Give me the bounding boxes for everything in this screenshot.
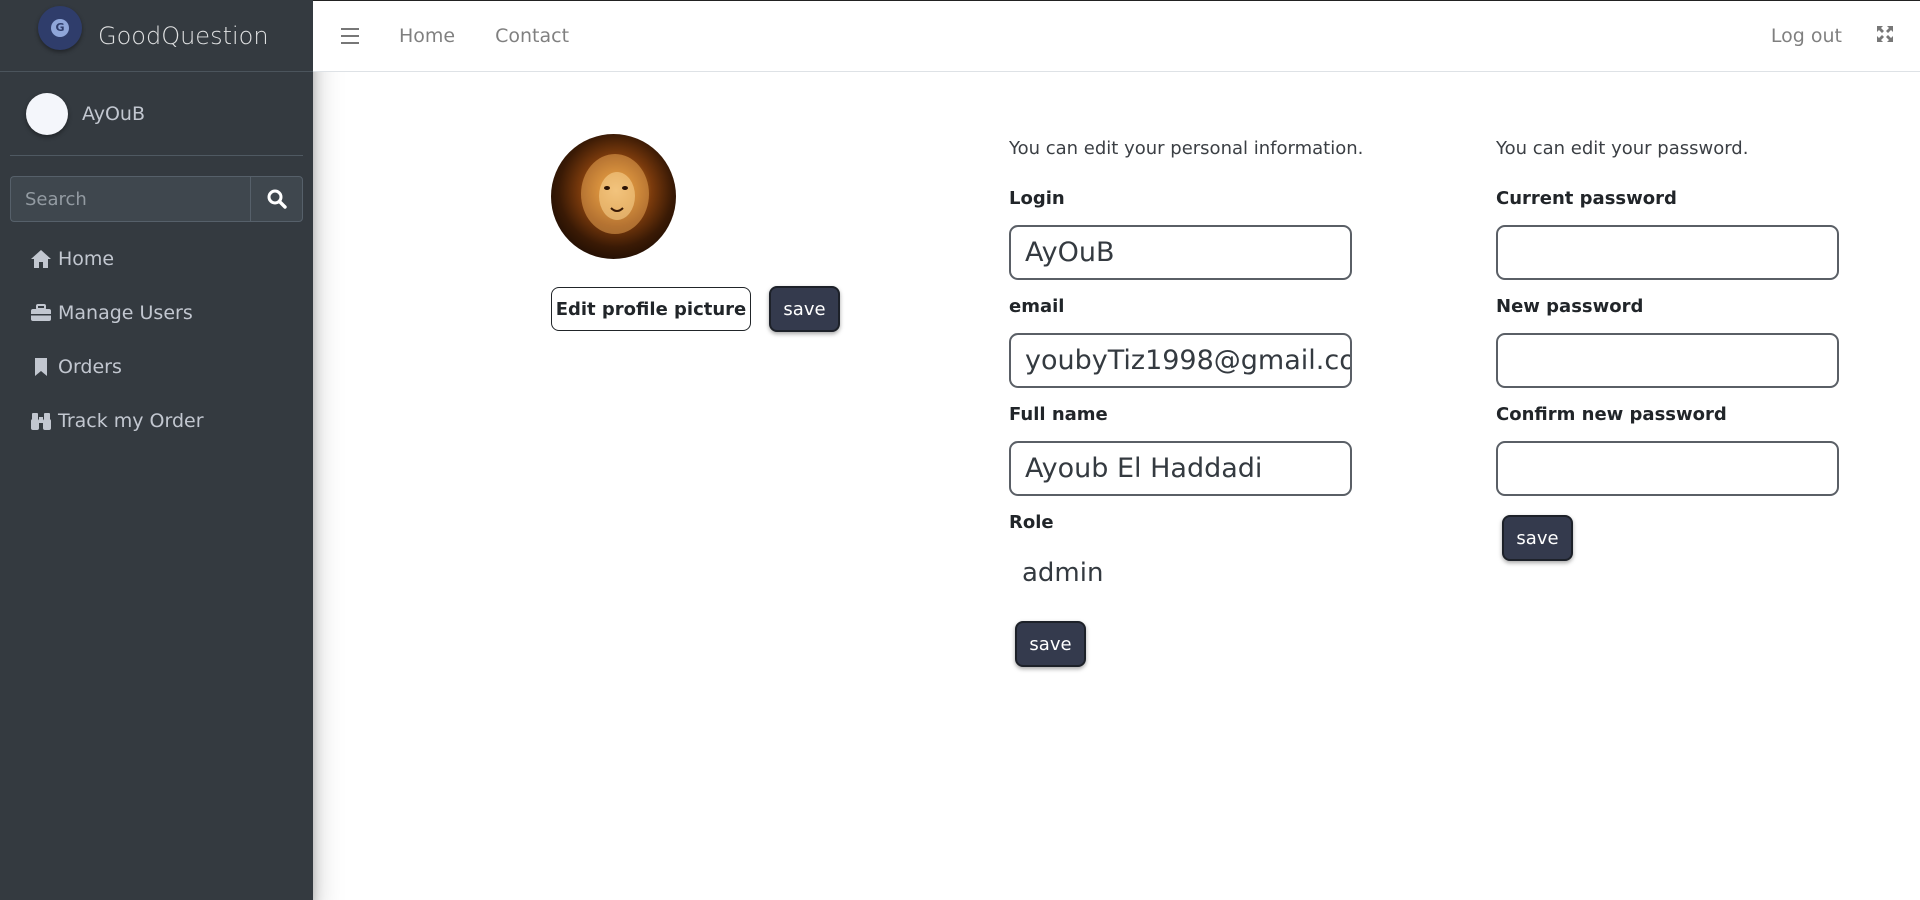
confirm-password-label: Confirm new password — [1496, 404, 1727, 425]
login-label: Login — [1009, 188, 1065, 209]
fullscreen-icon[interactable] — [1876, 25, 1894, 47]
user-panel[interactable]: AyOuB — [10, 72, 303, 156]
sidebar: G GoodQuestion AyOuB Home Manage Users — [0, 0, 313, 900]
menu-toggle-icon[interactable] — [341, 28, 359, 44]
search-icon — [267, 189, 287, 209]
brand-logo-icon: G — [38, 5, 82, 50]
nav-link-contact[interactable]: Contact — [495, 25, 569, 47]
fullname-label: Full name — [1009, 404, 1108, 425]
sidebar-item-track-order[interactable]: Track my Order — [0, 394, 313, 448]
current-password-field[interactable] — [1496, 225, 1839, 280]
current-password-label: Current password — [1496, 188, 1677, 209]
sidebar-item-label: Home — [58, 248, 115, 270]
avatar — [26, 92, 68, 135]
nav-link-home[interactable]: Home — [399, 25, 455, 47]
briefcase-icon — [30, 302, 52, 324]
sidebar-nav: Home Manage Users Orders Track my Order — [0, 232, 313, 448]
fullname-field[interactable]: Ayoub El Haddadi — [1009, 441, 1352, 496]
edit-profile-picture-button[interactable]: Edit profile picture — [551, 287, 751, 331]
password-intro: You can edit your password. — [1496, 138, 1749, 159]
brand-name: GoodQuestion — [98, 21, 269, 50]
confirm-password-field[interactable] — [1496, 441, 1839, 496]
new-password-label: New password — [1496, 296, 1644, 317]
binoculars-icon — [30, 410, 52, 432]
user-name[interactable]: AyOuB — [82, 103, 145, 125]
search-button[interactable] — [250, 176, 303, 222]
email-field[interactable]: youbyTiz1998@gmail.com — [1009, 333, 1352, 388]
sidebar-item-label: Manage Users — [58, 302, 193, 324]
new-password-field[interactable] — [1496, 333, 1839, 388]
top-navbar: Home Contact Log out — [313, 0, 1920, 72]
brand-link[interactable]: G GoodQuestion — [0, 0, 313, 72]
personal-info-intro: You can edit your personal information. — [1009, 138, 1364, 159]
logout-link[interactable]: Log out — [1771, 25, 1842, 47]
sidebar-item-orders[interactable]: Orders — [0, 340, 313, 394]
sidebar-item-home[interactable]: Home — [0, 232, 313, 286]
role-label: Role — [1009, 512, 1054, 533]
sidebar-item-label: Track my Order — [58, 410, 204, 432]
sidebar-item-manage-users[interactable]: Manage Users — [0, 286, 313, 340]
sidebar-item-label: Orders — [58, 356, 122, 378]
bookmark-icon — [30, 356, 52, 378]
save-password-button[interactable]: save — [1502, 515, 1573, 561]
sidebar-search — [10, 176, 303, 222]
search-input[interactable] — [10, 176, 250, 222]
save-picture-button[interactable]: save — [769, 286, 840, 332]
role-value: admin — [1022, 558, 1104, 588]
profile-picture — [551, 134, 676, 259]
login-field[interactable]: AyOuB — [1009, 225, 1352, 280]
save-personal-info-button[interactable]: save — [1015, 621, 1086, 667]
home-icon — [30, 248, 52, 270]
email-label: email — [1009, 296, 1065, 317]
